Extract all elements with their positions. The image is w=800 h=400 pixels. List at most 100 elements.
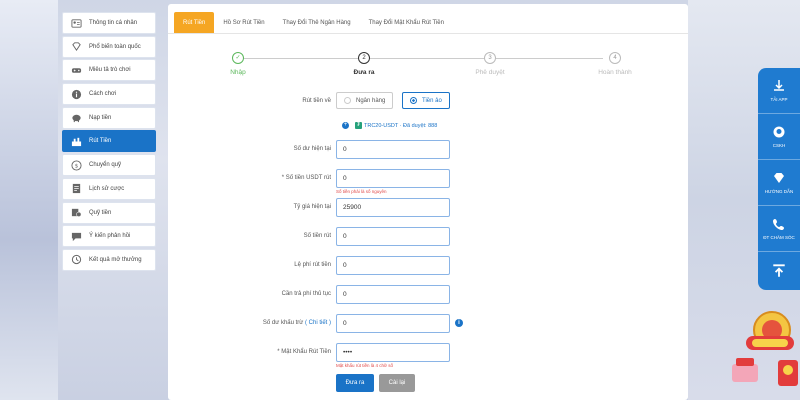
chat-icon <box>69 230 83 242</box>
option-bank-radio[interactable]: Ngân hàng <box>336 92 394 109</box>
guide-button[interactable]: HƯỚNG DẪN <box>758 160 800 206</box>
sidebar-item-results[interactable]: Kết quả mở thưởng <box>62 248 156 271</box>
usdt-icon: ₮ <box>355 122 362 129</box>
info-icon <box>69 88 83 100</box>
customer-support-button[interactable]: CSKH <box>758 114 800 160</box>
sidebar-item-label: Kết quả mở thưởng <box>89 256 142 263</box>
gift-promo-image[interactable] <box>728 354 762 384</box>
password-label: * Mật Khẩu Rút Tiền <box>277 349 331 355</box>
amount-label: Số tiền rút <box>303 233 331 239</box>
sidebar-item-label: Miêu tả trò chơi <box>89 67 131 74</box>
option-crypto-label: Tiền ảo <box>422 97 442 104</box>
usdt-amount-label: * Số tiền USDT rút <box>281 175 331 181</box>
sidebar-item-label: Phổ biến toàn quốc <box>89 43 141 50</box>
sidebar-item-promotion[interactable]: Phổ biến toàn quốc <box>62 35 156 58</box>
sidebar-item-label: Rút Tiền <box>89 138 112 145</box>
sidebar-item-games[interactable]: Miêu tả trò chơi <box>62 59 156 82</box>
tab-withdraw-history[interactable]: Hồ Sơ Rút Tiền <box>214 12 273 33</box>
tab-withdraw[interactable]: Rút Tiền <box>174 12 215 33</box>
float-label: HƯỚNG DẪN <box>764 189 794 194</box>
step-complete: 4 Hoàn thành <box>585 50 645 76</box>
step-label: Đưa ra <box>353 69 375 76</box>
progress-steps: ✓ Nhập 2 Đưa ra 3 Phê duyệt 4 Hoàn thành <box>228 50 632 86</box>
gamepad-icon <box>69 64 83 76</box>
sidebar-item-label: Chuyển quỹ <box>89 162 122 169</box>
scroll-top-button[interactable] <box>758 252 800 290</box>
step-submit: 2 Đưa ra <box>334 50 394 76</box>
download-app-button[interactable]: TẢI APP <box>758 68 800 114</box>
float-label: CSKH <box>772 143 786 148</box>
deduct-field: 0 <box>336 314 450 333</box>
balance-field: 0 <box>336 140 450 159</box>
float-label: TẢI APP <box>770 97 788 102</box>
withdraw-panel: Rút Tiền Hồ Sơ Rút Tiền Thay Đổi Thẻ Ngâ… <box>168 4 688 400</box>
add-icon[interactable]: + <box>342 122 349 129</box>
sidebar-item-transfer[interactable]: $ Chuyển quỹ <box>62 154 156 177</box>
password-row: * Mật Khẩu Rút Tiền •••• Mật khẩu rút ti… <box>168 343 688 368</box>
usdt-error-text: Số tiền phải là số nguyên <box>336 189 387 194</box>
coins-icon <box>69 207 83 219</box>
reset-button[interactable]: Cài lại <box>379 374 415 392</box>
step-label: Nhập <box>230 69 246 76</box>
processing-fee-row: Cần trả phí thủ tục 0 <box>168 285 688 305</box>
red-envelope-promo-image[interactable] <box>776 358 800 388</box>
step-approve: 3 Phê duyệt <box>460 50 520 76</box>
diamond-icon <box>69 41 83 53</box>
background-left <box>0 0 58 400</box>
balance-label: Số dư hiện tại <box>293 146 331 152</box>
steps-line <box>243 58 603 59</box>
submit-button[interactable]: Đưa ra <box>336 374 374 392</box>
tab-change-withdraw-password[interactable]: Thay Đổi Mật Khẩu Rút Tiền <box>360 12 453 33</box>
sidebar-item-fund[interactable]: Quỹ tiền <box>62 201 156 224</box>
sidebar-item-label: Quỹ tiền <box>89 209 112 216</box>
step-number: 4 <box>609 52 621 64</box>
processing-fee-field: 0 <box>336 285 450 304</box>
phone-support-button[interactable]: ĐT CHĂM SÓC <box>758 206 800 252</box>
sidebar-item-bet-history[interactable]: Lịch sử cược <box>62 177 156 200</box>
sidebar-item-label: Lịch sử cược <box>89 185 125 192</box>
sidebar-item-label: Thông tin cá nhân <box>89 20 138 26</box>
step-input: ✓ Nhập <box>208 50 268 76</box>
processing-fee-label: Cần trả phí thủ tục <box>281 291 331 297</box>
withdraw-password-input[interactable]: •••• <box>336 343 450 362</box>
withdraw-method-row: Rút tiền về Ngân hàng Tiền ảo <box>168 92 688 112</box>
option-crypto-radio[interactable]: Tiền ảo <box>402 92 450 109</box>
piggy-bank-icon <box>69 112 83 124</box>
sidebar-menu: Thông tin cá nhân Phổ biến toàn quốc Miê… <box>62 12 156 273</box>
info-icon[interactable]: i <box>455 319 463 327</box>
step-label: Hoàn thành <box>598 69 632 76</box>
phone-icon <box>773 219 784 230</box>
history-icon <box>69 254 83 266</box>
radio-selected-icon <box>410 97 417 104</box>
sidebar-item-profile[interactable]: Thông tin cá nhân <box>62 12 156 34</box>
fee-row: Lệ phí rút tiền 0 <box>168 256 688 276</box>
sidebar-item-withdraw[interactable]: Rút Tiền <box>62 130 156 153</box>
step-check-icon: ✓ <box>232 52 244 64</box>
usdt-amount-row: * Số tiền USDT rút 0 Số tiền phải là số … <box>168 169 688 194</box>
wallet-address-text: TRC20-USDT · Đã duyệt: 888 <box>364 122 438 129</box>
wallet-address-row[interactable]: + ₮ TRC20-USDT · Đã duyệt: 888 <box>342 122 437 129</box>
rate-field: 25900 <box>336 198 450 217</box>
sidebar-item-deposit[interactable]: Nạp tiền <box>62 106 156 129</box>
support-icon <box>773 126 785 138</box>
step-number: 2 <box>358 52 370 64</box>
password-error-text: Mật khẩu rút tiền là 4 chữ số <box>336 363 394 368</box>
tab-bar: Rút Tiền Hồ Sơ Rút Tiền Thay Đổi Thẻ Ngâ… <box>168 12 688 34</box>
amount-field: 0 <box>336 227 450 246</box>
download-icon <box>774 80 784 91</box>
deduct-label: Số dư khấu trừ ( Chi tiết ) <box>263 320 331 326</box>
sidebar-item-feedback[interactable]: Ý kiến phản hồi <box>62 225 156 248</box>
tab-change-bank-card[interactable]: Thay Đổi Thẻ Ngân Hàng <box>274 12 360 33</box>
rate-row: Tỷ giá hiện tại 25900 <box>168 198 688 218</box>
usdt-amount-input[interactable]: 0 <box>336 169 450 188</box>
deduct-details-link[interactable]: ( Chi tiết ) <box>305 320 331 326</box>
radio-icon <box>344 97 351 104</box>
sidebar-item-howto[interactable]: Cách chơi <box>62 83 156 106</box>
diamond-guide-icon <box>774 173 784 183</box>
fee-field: 0 <box>336 256 450 275</box>
float-label: ĐT CHĂM SÓC <box>763 235 795 240</box>
rate-label: Tỷ giá hiện tại <box>293 204 331 210</box>
step-label: Phê duyệt <box>475 69 505 76</box>
option-bank-label: Ngân hàng <box>356 97 386 104</box>
deduct-row: Số dư khấu trừ ( Chi tiết ) 0 i <box>168 314 688 334</box>
